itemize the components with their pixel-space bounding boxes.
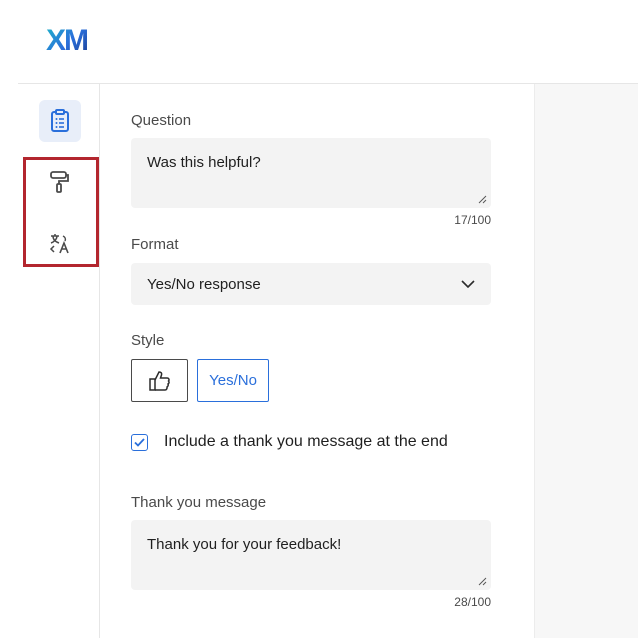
thank-you-char-counter: 28/100 <box>454 595 491 609</box>
include-thank-you-checkbox[interactable] <box>131 434 148 451</box>
thank-you-message-text: Thank you for your feedback! <box>147 536 342 553</box>
checkmark-icon <box>134 438 145 447</box>
highlight-box <box>23 157 99 267</box>
style-label: Style <box>131 332 165 349</box>
top-bar: XM <box>0 0 638 84</box>
format-selected-value: Yes/No response <box>147 275 261 293</box>
format-select[interactable]: Yes/No response <box>131 263 491 305</box>
style-option-thumbs[interactable] <box>131 359 188 402</box>
thank-you-message-textarea[interactable]: Thank you for your feedback! <box>131 520 491 590</box>
question-text: Was this helpful? <box>147 154 261 171</box>
clipboard-list-icon <box>51 109 69 132</box>
style-option-yes-no-label: Yes/No <box>209 372 257 389</box>
thank-you-message-label: Thank you message <box>131 494 267 511</box>
resize-handle-icon[interactable] <box>477 576 487 586</box>
logo-text: XM <box>46 24 89 57</box>
preview-area <box>534 84 638 638</box>
question-char-counter: 17/100 <box>454 213 491 227</box>
include-thank-you-label: Include a thank you message at the end <box>164 433 448 450</box>
question-textarea[interactable]: Was this helpful? <box>131 138 491 208</box>
resize-handle-icon[interactable] <box>477 194 487 204</box>
style-option-yes-no[interactable]: Yes/No <box>197 359 269 402</box>
rail-item-survey[interactable] <box>39 100 81 142</box>
chevron-down-icon <box>461 280 475 288</box>
question-label: Question <box>131 112 192 129</box>
format-label: Format <box>131 236 179 253</box>
thumbs-up-icon <box>148 370 170 391</box>
xm-logo[interactable]: XM <box>46 24 89 58</box>
